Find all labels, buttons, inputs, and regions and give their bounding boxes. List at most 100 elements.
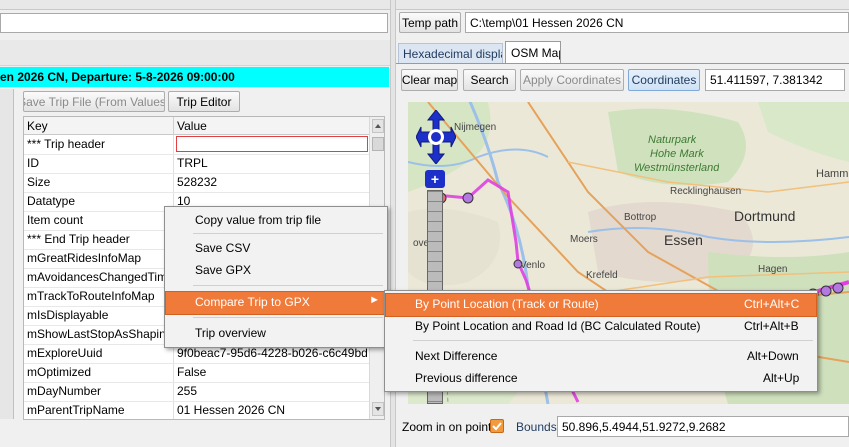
left-vertical-strip (0, 89, 14, 419)
row-value: 01 Hessen 2026 CN (177, 403, 286, 417)
table-row[interactable]: mOptimized False (24, 363, 369, 383)
row-value: False (177, 365, 207, 379)
row-value: TRPL (177, 156, 208, 170)
top-right-strip (396, 0, 849, 10)
menu-shortcut: Ctrl+Alt+C (744, 297, 800, 311)
row-key: mParentTripName (27, 403, 125, 417)
context-menu[interactable]: Copy value from trip file Save CSV Save … (164, 206, 388, 348)
map-label-recklinghausen: Recklinghausen (670, 186, 742, 197)
compare-submenu[interactable]: By Point Location (Track or Route) Ctrl+… (384, 290, 818, 392)
submenu-item-by-point-and-road[interactable]: By Point Location and Road Id (BC Calcul… (385, 315, 817, 337)
menu-separator (193, 233, 383, 234)
col-key-header[interactable]: Key (27, 119, 48, 133)
tab-hexadecimal-display[interactable]: Hexadecimal display (398, 43, 503, 63)
checkmark-icon (492, 422, 502, 431)
row-key: mAvoidancesChangedTimeA (27, 270, 173, 284)
menu-label: Save CSV (195, 241, 251, 255)
top-left-strip (0, 0, 390, 10)
row-key: mDayNumber (27, 384, 102, 398)
scroll-up-icon[interactable] (372, 119, 384, 133)
menu-separator (193, 285, 383, 286)
trip-title: en 2026 CN, Departure: 5-8-2026 09:00:00 (0, 70, 235, 84)
map-label-hohe-mark: Hohe Mark (650, 148, 704, 160)
menu-label: Previous difference (415, 371, 518, 385)
table-row[interactable]: mParentTripName 01 Hessen 2026 CN (24, 401, 369, 419)
menu-item-compare-trip[interactable]: Compare Trip to GPX ► (165, 291, 387, 315)
row-key: mTrackToRouteInfoMap (27, 289, 155, 303)
tab-content-border (396, 63, 849, 64)
map-label-moers: Moers (570, 234, 598, 245)
map-label-krefeld: Krefeld (586, 270, 618, 281)
map-label-naturpark: Naturpark (648, 134, 697, 146)
map-label-bottrop: Bottrop (624, 212, 657, 223)
row-key: *** Trip header (27, 137, 106, 151)
menu-item-copy-value[interactable]: Copy value from trip file (165, 209, 387, 231)
trip-title-bar: en 2026 CN, Departure: 5-8-2026 09:00:00 (0, 67, 389, 87)
zoom-in-on-point-checkbox[interactable] (490, 419, 504, 433)
map-label-hamm: Hamm (816, 168, 849, 180)
map-label-hagen: Hagen (758, 264, 788, 275)
row-key: mExploreUuid (27, 346, 103, 360)
scroll-thumb[interactable] (372, 137, 384, 151)
submenu-item-next-difference[interactable]: Next Difference Alt+Down (385, 345, 817, 367)
clear-map-button[interactable]: Clear map (401, 69, 458, 91)
menu-item-save-csv[interactable]: Save CSV (165, 237, 387, 259)
row-key: Item count (27, 213, 84, 227)
map-pan-control[interactable] (415, 109, 457, 165)
row-value-selected[interactable]: --------- (176, 136, 368, 152)
trip-editor-button[interactable]: Trip Editor (168, 91, 240, 112)
map-label-nijmegen: Nijmegen (454, 122, 497, 133)
row-value: 255 (177, 384, 198, 398)
pan-arrows-icon (415, 109, 457, 165)
scroll-down-icon[interactable] (372, 402, 384, 416)
menu-label: Trip overview (195, 326, 266, 340)
zoom-in-button[interactable]: + (425, 170, 445, 188)
map-label-essen: Essen (664, 232, 703, 248)
tab-osm-map[interactable]: OSM Map (505, 41, 561, 64)
table-row[interactable]: mDayNumber 255 (24, 382, 369, 402)
row-key: ID (27, 156, 39, 170)
row-key: mShowLastStopAsShapingPo (27, 327, 173, 341)
menu-item-save-gpx[interactable]: Save GPX (165, 259, 387, 281)
menu-label: By Point Location and Road Id (BC Calcul… (415, 319, 701, 333)
temp-path-button[interactable]: Temp path (399, 12, 461, 33)
coordinates-button[interactable]: Coordinates (628, 69, 700, 91)
menu-label: Copy value from trip file (195, 213, 322, 227)
menu-label: Save GPX (195, 263, 252, 277)
row-key: *** End Trip header (27, 232, 130, 246)
menu-item-trip-overview[interactable]: Trip overview (165, 322, 387, 344)
map-label-westmunsterland: Westmünsterland (634, 162, 720, 174)
table-row[interactable]: Size 528232 (24, 173, 369, 193)
table-row[interactable]: ID TRPL (24, 154, 369, 174)
submenu-item-previous-difference[interactable]: Previous difference Alt+Up (385, 367, 817, 389)
zoom-in-on-point-label: Zoom in on point (402, 420, 492, 434)
bounds-field[interactable]: 50.896,5.4944,51.9272,9.2682 (557, 416, 849, 437)
coordinates-field[interactable]: 51.411597, 7.381342 (705, 69, 845, 91)
menu-shortcut: Alt+Down (747, 349, 799, 363)
row-key: Size (27, 175, 51, 189)
save-trip-button[interactable]: Save Trip File (From Values) (23, 91, 165, 112)
row-key: Datatype (27, 194, 76, 208)
submenu-item-by-point-location[interactable]: By Point Location (Track or Route) Ctrl+… (385, 293, 817, 317)
menu-label: Next Difference (415, 349, 498, 363)
row-key: mIsDisplayable (27, 308, 109, 322)
submenu-arrow-icon: ► (369, 294, 380, 306)
table-row[interactable]: *** Trip header --------- (24, 135, 369, 155)
temp-path-field[interactable]: C:\temp\01 Hessen 2026 CN (465, 12, 849, 33)
menu-label: By Point Location (Track or Route) (415, 297, 599, 311)
row-value: 9f0beac7-95d6-4228-b026-c6c49bd9fc (177, 346, 367, 360)
grid-header: Key Value (24, 117, 369, 135)
map-label-dortmund: Dortmund (734, 208, 796, 224)
row-key: mGreatRidesInfoMap (27, 251, 142, 265)
col-value-header[interactable]: Value (177, 119, 207, 133)
row-key: mOptimized (27, 365, 92, 379)
left-header-strip (0, 40, 390, 66)
menu-shortcut: Alt+Up (763, 371, 800, 385)
row-value: 528232 (177, 175, 218, 189)
zoom-in-icon: + (430, 171, 440, 187)
apply-coordinates-button[interactable]: Apply Coordinates (520, 69, 624, 91)
menu-separator (193, 317, 383, 318)
search-button[interactable]: Search (463, 69, 516, 91)
menu-label: Compare Trip to GPX (195, 295, 310, 309)
top-left-input[interactable] (0, 13, 388, 33)
